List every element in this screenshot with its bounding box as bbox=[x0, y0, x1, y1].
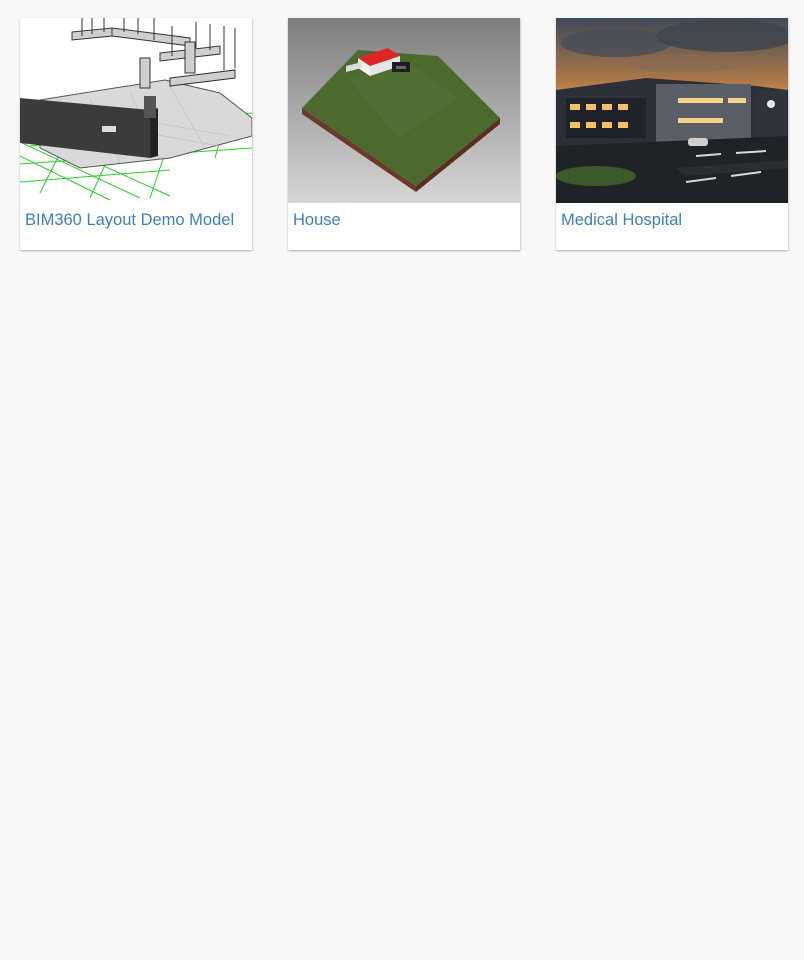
model-card-bim360-layout-demo[interactable]: BIM360 Layout Demo Model bbox=[20, 18, 252, 250]
model-thumbnail[interactable] bbox=[556, 18, 788, 203]
model-thumbnail[interactable] bbox=[288, 18, 520, 203]
model-title-link[interactable]: House bbox=[288, 203, 520, 250]
model-title-link[interactable]: Medical Hospital bbox=[556, 203, 788, 250]
model-thumbnail[interactable] bbox=[20, 18, 252, 203]
model-card-house[interactable]: House bbox=[288, 18, 520, 250]
model-gallery: BIM360 Layout Demo Model House Medical H… bbox=[20, 18, 788, 250]
model-card-medical-hospital[interactable]: Medical Hospital bbox=[556, 18, 788, 250]
model-title-link[interactable]: BIM360 Layout Demo Model bbox=[20, 203, 252, 250]
